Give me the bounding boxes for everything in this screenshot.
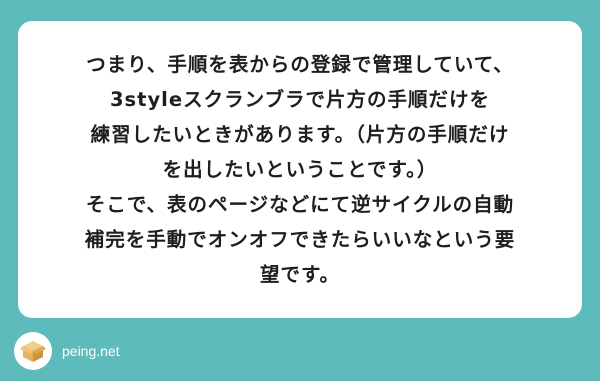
brand-name[interactable]: peing.net	[62, 343, 120, 359]
question-line: 3styleスクランブラで片方の手順だけを	[109, 88, 491, 111]
question-line: 望です。	[259, 263, 341, 286]
question-text: つまり、手順を表からの登録で管理していて、 3styleスクランブラで片方の手順…	[85, 47, 516, 292]
question-line: そこで、表のページなどにて逆サイクルの自動	[85, 193, 515, 216]
peing-logo[interactable]	[14, 332, 52, 370]
question-line: を出したいということです。）	[162, 158, 438, 181]
question-line: 練習したいときがあります。（片方の手順だけ	[90, 123, 510, 146]
question-card: つまり、手順を表からの登録で管理していて、 3styleスクランブラで片方の手順…	[18, 21, 582, 318]
footer: peing.net	[14, 332, 120, 370]
question-line: つまり、手順を表からの登録で管理していて、	[86, 53, 514, 76]
question-line: 補完を手動でオンオフできたらいいなという要	[84, 228, 516, 251]
cardboard-box-icon	[20, 341, 46, 362]
